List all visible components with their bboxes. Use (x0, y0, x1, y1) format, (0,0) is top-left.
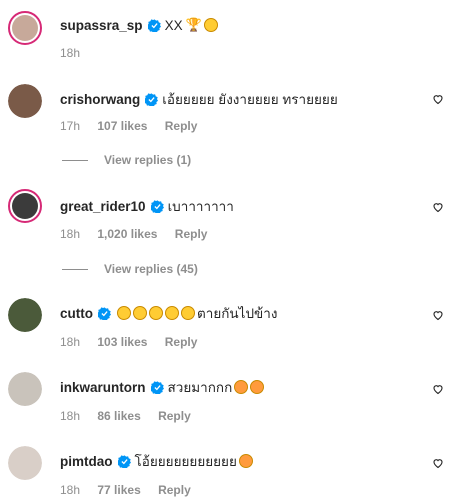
comment-text: ตายกันไปข้าง (197, 306, 278, 321)
timestamp: 18h (60, 409, 81, 423)
comment-text: โอ้ยยยยยยยยยยย (134, 454, 237, 469)
trophy-icon: 🏆 (185, 17, 202, 32)
avatar[interactable] (8, 11, 42, 45)
reply-button[interactable]: Reply (175, 227, 208, 241)
likes-count[interactable]: 103 likes (97, 335, 147, 349)
timestamp: 17h (60, 119, 81, 133)
clapping-hands-icon (133, 306, 147, 320)
verified-badge-icon (145, 92, 159, 106)
verified-badge-icon (150, 380, 164, 394)
heart-icon[interactable] (432, 383, 444, 395)
clapping-hands-icon (149, 306, 163, 320)
clapping-hands-icon (117, 306, 131, 320)
avatar[interactable] (8, 372, 42, 406)
heart-eyes-emoji-icon (250, 380, 265, 394)
caption-text: XX (164, 17, 183, 33)
clapping-hands-icon (165, 306, 179, 320)
username[interactable]: supassra_sp (60, 18, 143, 33)
heart-eyes-emoji-icon (238, 454, 253, 468)
heart-icon[interactable] (432, 309, 444, 321)
avatar[interactable] (8, 84, 42, 118)
avatar[interactable] (8, 189, 42, 223)
heart-eyes-emoji-icon (234, 380, 249, 394)
username[interactable]: great_rider10 (60, 199, 146, 214)
reply-button[interactable]: Reply (165, 335, 198, 349)
timestamp: 18h (60, 227, 81, 241)
timestamp: 18h (60, 483, 81, 497)
username[interactable]: inkwaruntorn (60, 380, 146, 395)
timestamp: 18h (60, 46, 81, 60)
avatar[interactable] (8, 446, 42, 480)
clapping-hands-icon (181, 306, 195, 320)
likes-count[interactable]: 77 likes (97, 483, 140, 497)
verified-badge-icon (150, 199, 164, 213)
view-replies-button[interactable]: View replies (45) (62, 262, 198, 276)
verified-badge-icon (98, 306, 111, 320)
verified-badge-icon (117, 454, 131, 468)
heart-icon[interactable] (432, 201, 444, 213)
username[interactable]: cutto (60, 306, 93, 321)
reply-button[interactable]: Reply (158, 483, 191, 497)
reply-button[interactable]: Reply (158, 409, 191, 423)
heart-icon[interactable] (432, 457, 444, 469)
reply-button[interactable]: Reply (165, 119, 198, 133)
username[interactable]: crishorwang (60, 92, 140, 107)
comment-text: สวยมากกก (167, 380, 233, 395)
likes-count[interactable]: 1,020 likes (97, 227, 157, 241)
comment-text: เอ้ยยยยย ยังงายยยย ทรายยยย (162, 92, 338, 107)
timestamp: 18h (60, 335, 81, 349)
comment-text: เบาาาาาาา (167, 199, 234, 214)
avatar[interactable] (8, 298, 42, 332)
heart-icon[interactable] (432, 93, 444, 105)
likes-count[interactable]: 86 likes (97, 409, 140, 423)
view-replies-button[interactable]: View replies (1) (62, 153, 191, 167)
face-emoji-icon (203, 18, 218, 32)
username[interactable]: pimtdao (60, 454, 113, 469)
likes-count[interactable]: 107 likes (97, 119, 147, 133)
verified-badge-icon (147, 18, 161, 32)
